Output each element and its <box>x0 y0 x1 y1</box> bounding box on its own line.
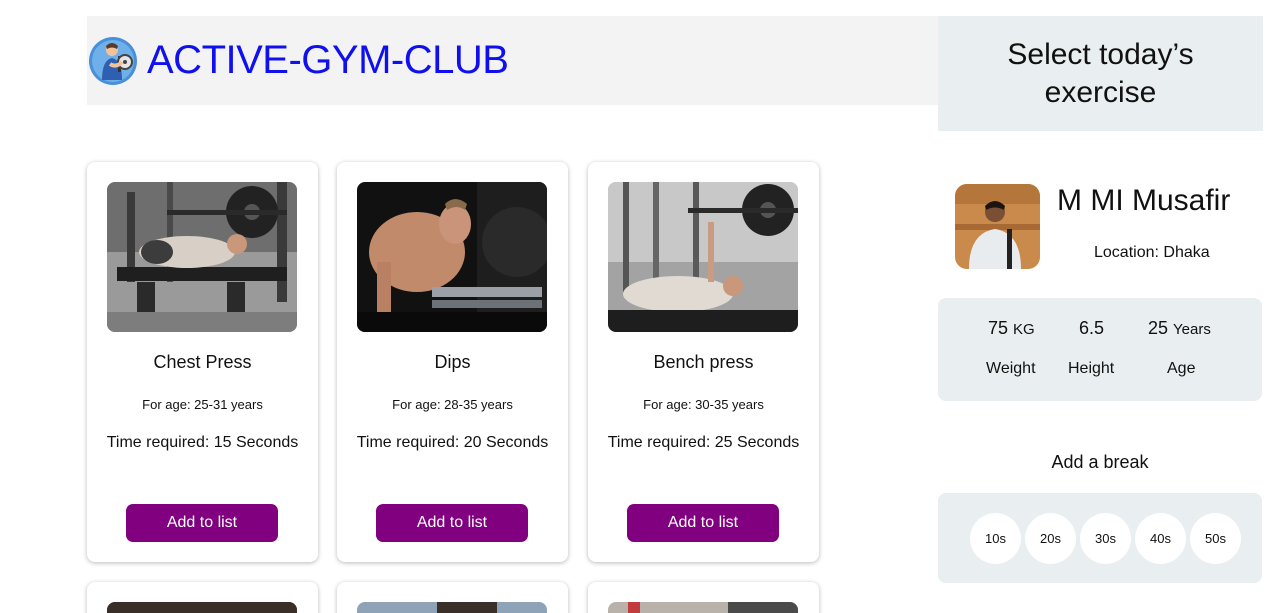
age-label: Age <box>1167 360 1196 377</box>
exercise-card-partial <box>87 582 318 613</box>
height-label: Height <box>1068 360 1115 377</box>
exercise-age-range: For age: 25-31 years <box>142 397 263 412</box>
exercise-card-chest-press: Chest Press For age: 25-31 years Time re… <box>87 162 318 562</box>
add-to-list-button[interactable]: Add to list <box>376 504 528 542</box>
exercise-time-required: Time required: 25 Seconds <box>607 434 800 451</box>
break-button-10s[interactable]: 10s <box>970 513 1021 564</box>
exercise-card-partial <box>588 582 819 613</box>
weight-value: 75 KG <box>988 318 1035 338</box>
exercise-photo <box>107 602 297 613</box>
bench-press-photo <box>608 182 798 332</box>
exercise-title: Bench press <box>653 352 754 372</box>
break-button-40s[interactable]: 40s <box>1135 513 1186 564</box>
exercise-card-bench-press: Bench press For age: 30-35 years Time re… <box>588 162 819 562</box>
age-value: 25 Years <box>1148 318 1211 338</box>
break-button-50s[interactable]: 50s <box>1190 513 1241 564</box>
weightlifter-logo-icon <box>89 36 137 85</box>
exercise-age-range: For age: 28-35 years <box>392 397 513 412</box>
exercise-photo <box>357 602 547 613</box>
exercise-title: Chest Press <box>153 352 252 372</box>
exercise-photo <box>608 602 798 613</box>
brand-title: ACTIVE-GYM-CLUB <box>147 38 509 82</box>
break-button-30s[interactable]: 30s <box>1080 513 1131 564</box>
user-location: Location: Dhaka <box>1094 244 1210 261</box>
height-value: 6.5 <box>1079 318 1105 338</box>
exercise-card-partial <box>337 582 568 613</box>
exercise-time-required: Time required: 15 Seconds <box>106 434 299 451</box>
avatar <box>955 184 1040 269</box>
add-to-list-button[interactable]: Add to list <box>126 504 278 542</box>
break-title: Add a break <box>1051 452 1149 472</box>
break-button-20s[interactable]: 20s <box>1025 513 1076 564</box>
stats-panel: 75 KG 6.5 25 Years Weight Height Age <box>938 298 1262 401</box>
user-name: M MI Musafir <box>1057 184 1231 217</box>
sidebar-heading: Select today’s exercise <box>938 16 1263 131</box>
weight-label: Weight <box>986 360 1036 377</box>
add-to-list-button[interactable]: Add to list <box>627 504 779 542</box>
exercise-age-range: For age: 30-35 years <box>643 397 764 412</box>
site-header: ACTIVE-GYM-CLUB <box>87 16 938 105</box>
exercise-time-required: Time required: 20 Seconds <box>356 434 549 451</box>
break-options: 10s 20s 30s 40s 50s <box>938 493 1262 583</box>
exercise-title: Dips <box>434 352 471 372</box>
dips-photo <box>357 182 547 332</box>
chest-press-photo <box>107 182 297 332</box>
exercise-card-dips: Dips For age: 28-35 years Time required:… <box>337 162 568 562</box>
